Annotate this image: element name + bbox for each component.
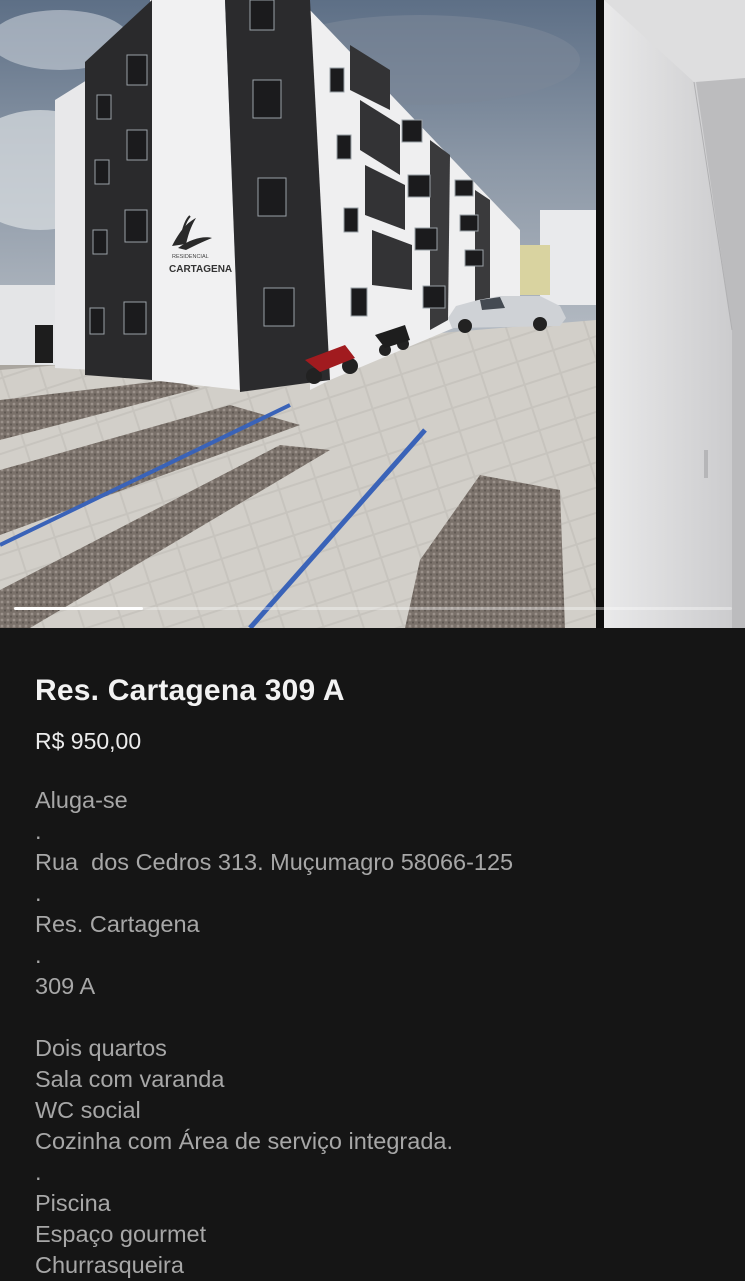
photo-gallery[interactable]: RESIDENCIAL CARTAGENA [0, 0, 745, 628]
description-line: Sala com varanda [35, 1066, 225, 1092]
description-line: Cozinha com Área de serviço integrada. [35, 1128, 453, 1154]
interior-wall-illustration [604, 0, 745, 628]
description-line: Aluga-se [35, 787, 128, 813]
building-exterior-photo[interactable]: RESIDENCIAL CARTAGENA [0, 0, 596, 628]
description-line: 309 A [35, 973, 96, 999]
description-line: Churrasqueira [35, 1252, 184, 1278]
listing-title: Res. Cartagena 309 A [35, 674, 345, 707]
description-line: . [35, 1159, 42, 1185]
building-exterior-illustration: RESIDENCIAL CARTAGENA [0, 0, 596, 628]
listing-price: R$ 950,00 [35, 728, 142, 754]
description-line: Espaço gourmet [35, 1221, 207, 1247]
listing-description: Aluga-se. Rua dos Cedros 313. Muçumagro 5… [35, 785, 725, 1281]
description-line: Piscina [35, 1190, 111, 1216]
description-line: . [35, 942, 42, 968]
description-line: . [35, 880, 42, 906]
description-line: Dois quartos [35, 1035, 167, 1061]
svg-text:CARTAGENA: CARTAGENA [169, 264, 232, 275]
svg-text:RESIDENCIAL: RESIDENCIAL [172, 254, 209, 260]
description-line: Res. Cartagena [35, 911, 200, 937]
description-line: . [35, 818, 42, 844]
interior-wall-photo[interactable] [604, 0, 745, 628]
description-line: WC social [35, 1097, 141, 1123]
description-line [35, 1002, 725, 1033]
progress-fill [14, 607, 144, 610]
listing-details: Res. Cartagena 309 A R$ 950,00 Aluga-se.… [0, 628, 745, 1280]
description-line: Rua dos Cedros 313. Muçumagro 58066-125 [35, 849, 514, 875]
gallery-progress-bar [14, 607, 732, 610]
